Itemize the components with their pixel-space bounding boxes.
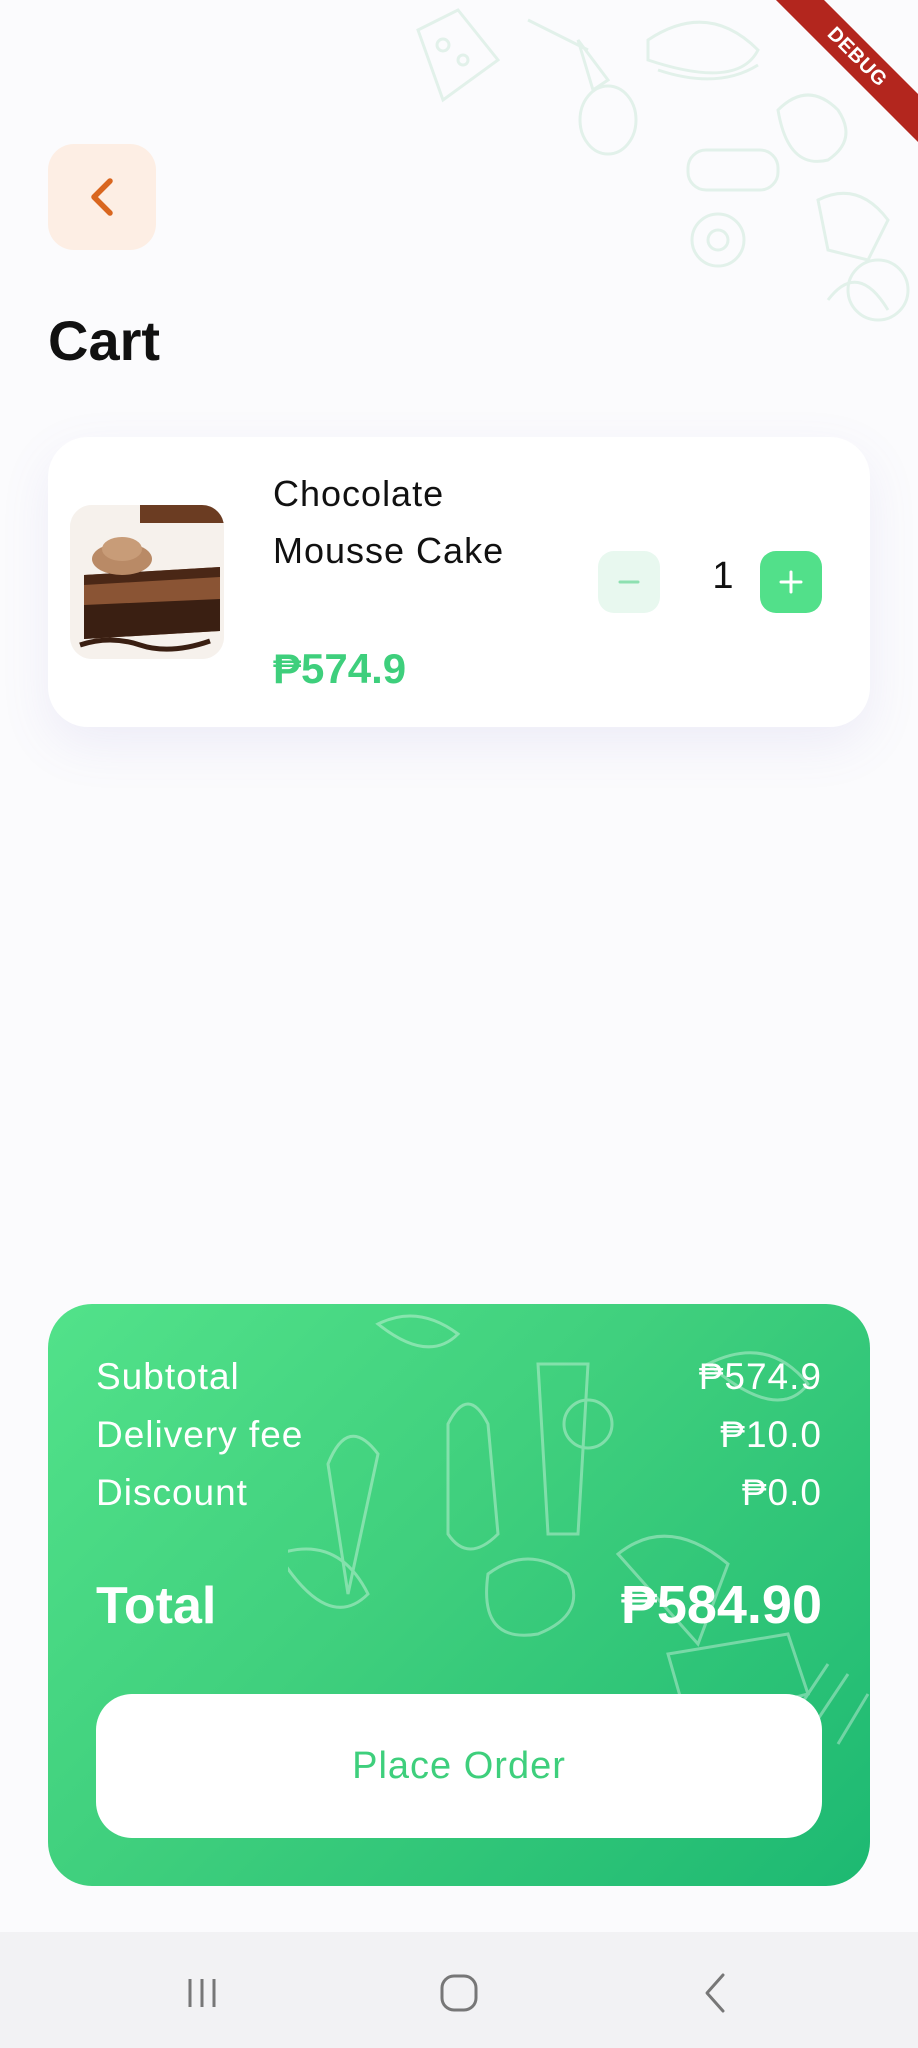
- total-label: Total: [96, 1577, 217, 1635]
- subtotal-row: Subtotal ₱574.9: [96, 1356, 822, 1398]
- system-navigation-bar: [0, 1932, 918, 2048]
- minus-icon: [618, 580, 640, 584]
- subtotal-label: Subtotal: [96, 1356, 240, 1397]
- cake-image: [70, 505, 224, 659]
- delivery-fee-value: ₱10.0: [720, 1414, 822, 1455]
- plus-icon: [779, 570, 803, 594]
- delivery-fee-row: Delivery fee ₱10.0: [96, 1414, 822, 1456]
- chevron-left-icon: [91, 178, 113, 216]
- decrease-quantity-button[interactable]: [598, 551, 660, 613]
- order-summary-card: Subtotal ₱574.9 Delivery fee ₱10.0 Disco…: [48, 1304, 870, 1886]
- discount-value: ₱0.0: [741, 1472, 822, 1513]
- back-icon: [705, 1973, 725, 2013]
- discount-label: Discount: [96, 1472, 248, 1513]
- discount-row: Discount ₱0.0: [96, 1472, 822, 1514]
- debug-ribbon: DEBUG: [758, 0, 918, 160]
- place-order-button[interactable]: Place Order: [96, 1694, 822, 1838]
- item-price: ₱574.9: [273, 645, 407, 692]
- total-value: ₱584.90: [620, 1575, 822, 1635]
- home-button[interactable]: [429, 1968, 489, 2018]
- increase-quantity-button[interactable]: [760, 551, 822, 613]
- item-name: Chocolate Mousse Cake: [273, 473, 505, 571]
- home-icon: [440, 1974, 478, 2012]
- recents-button[interactable]: [172, 1968, 232, 2018]
- back-button[interactable]: [48, 144, 156, 250]
- cart-item-card: Chocolate Mousse Cake ₱574.9 1: [48, 437, 870, 727]
- debug-label: DEBUG: [770, 0, 918, 144]
- quantity-value: 1: [712, 555, 734, 597]
- delivery-fee-label: Delivery fee: [96, 1414, 304, 1455]
- system-back-button[interactable]: [686, 1968, 746, 2018]
- subtotal-value: ₱574.9: [698, 1356, 822, 1397]
- product-image: [70, 505, 224, 659]
- page-title: Cart: [48, 309, 161, 372]
- recents-icon: [188, 1979, 216, 2007]
- total-row: Total ₱584.90: [96, 1574, 822, 1636]
